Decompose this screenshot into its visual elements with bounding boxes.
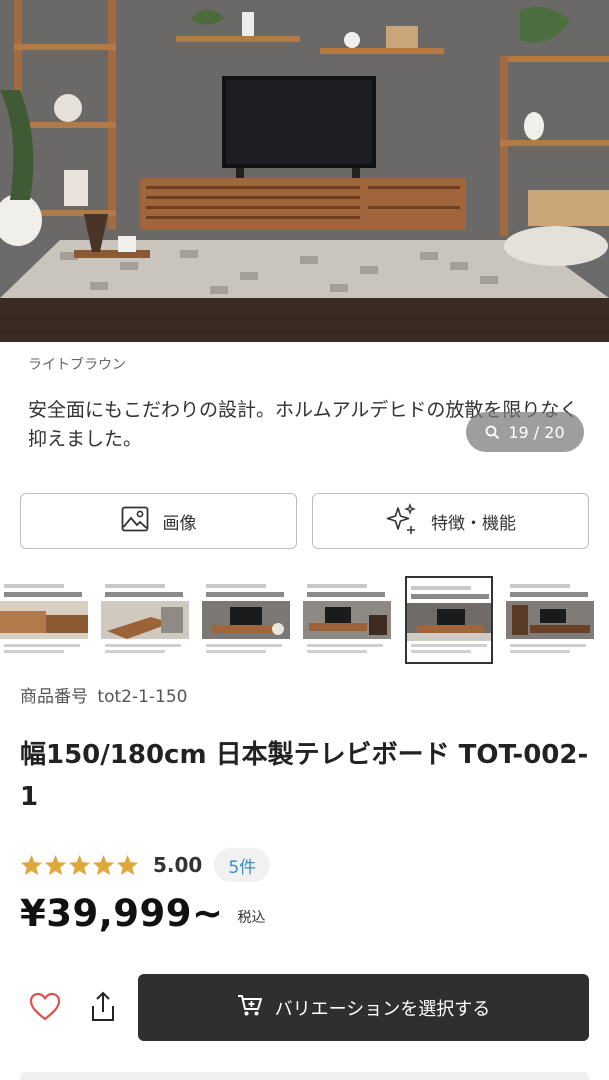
- thumbnail-text-line: [206, 644, 282, 647]
- thumbnail-text-line: [105, 650, 165, 653]
- thumbnail-text-line: [105, 644, 181, 647]
- thumbnail-active[interactable]: [405, 576, 493, 664]
- thumbnail-header-bar: [105, 584, 165, 588]
- thumbnail[interactable]: [506, 576, 594, 664]
- image-counter[interactable]: 19 / 20: [466, 412, 584, 452]
- thumbnail-title-bar: [105, 592, 183, 597]
- thumbnail-image: [0, 601, 88, 639]
- product-number-value: tot2-1-150: [97, 687, 188, 707]
- thumbnail-header-bar: [4, 584, 64, 588]
- review-count-link[interactable]: 5件: [214, 848, 271, 882]
- color-name: ライトブラウン: [28, 357, 126, 373]
- thumbnail-image: [202, 601, 290, 639]
- product-title: 幅150/180cm 日本製テレビボード TOT-002-1: [20, 740, 589, 812]
- star-icon: [44, 854, 67, 876]
- thumbnail-header-bar: [510, 584, 570, 588]
- thumbnail-header-bar: [206, 584, 266, 588]
- thumbnail-header-bar: [307, 584, 367, 588]
- features-button-label: 特徴・機能: [431, 513, 516, 534]
- thumbnail-image: [303, 601, 391, 639]
- image-icon: [121, 506, 149, 537]
- thumbnail-image: [407, 603, 491, 641]
- features-button[interactable]: 特徴・機能: [312, 493, 589, 549]
- thumbnail-header-bar: [411, 586, 471, 590]
- sparkle-icon: [385, 502, 417, 540]
- thumbnail-text-line: [307, 644, 383, 647]
- thumbnail-text-line: [4, 644, 80, 647]
- thumbnail-title-bar: [411, 594, 489, 599]
- product-number: 商品番号 tot2-1-150: [20, 682, 188, 707]
- share-button[interactable]: [88, 990, 118, 1024]
- price: ¥39,999~: [20, 892, 224, 935]
- star-icon: [68, 854, 91, 876]
- thumbnail-title-bar: [206, 592, 284, 597]
- heart-icon: [29, 992, 61, 1021]
- favorite-button[interactable]: [28, 990, 62, 1024]
- star-icon: [20, 854, 43, 876]
- thumbnail-image: [101, 601, 189, 639]
- thumbnail-image: [506, 601, 594, 639]
- share-icon: [92, 991, 114, 1021]
- product-photo[interactable]: [0, 0, 609, 342]
- select-variation-button[interactable]: バリエーションを選択する: [138, 974, 589, 1041]
- thumbnail[interactable]: [101, 576, 189, 664]
- thumbnail-title-bar: [510, 592, 588, 597]
- magnifier-icon: [485, 425, 500, 440]
- next-section-edge: [20, 1072, 589, 1080]
- price-row: ¥39,999~ 税込: [20, 892, 266, 935]
- star-icon: [116, 854, 139, 876]
- rating-score: 5.00: [153, 853, 203, 877]
- star-rating: [20, 854, 139, 876]
- thumbnail-text-line: [510, 644, 586, 647]
- cart-icon: [237, 993, 263, 1022]
- thumbnail[interactable]: [303, 576, 391, 664]
- thumbnail-text-line: [4, 650, 64, 653]
- image-counter-text: 19 / 20: [508, 422, 565, 442]
- thumbnail-title-bar: [4, 592, 82, 597]
- select-variation-label: バリエーションを選択する: [274, 998, 491, 1020]
- thumbnail[interactable]: [0, 576, 88, 664]
- images-button[interactable]: 画像: [20, 493, 297, 549]
- rating-row: 5.00 5件: [20, 848, 271, 882]
- thumbnail-text-line: [411, 644, 487, 647]
- thumbnail-text-line: [510, 650, 570, 653]
- thumbnail[interactable]: [202, 576, 290, 664]
- thumbnail-text-line: [411, 650, 471, 653]
- thumbnail-title-bar: [307, 592, 385, 597]
- images-button-label: 画像: [162, 513, 197, 534]
- thumbnail-text-line: [206, 650, 266, 653]
- thumbnail-strip[interactable]: [0, 576, 609, 664]
- thumbnail-text-line: [307, 650, 367, 653]
- tax-label: 税込: [237, 910, 266, 926]
- product-number-label: 商品番号: [20, 687, 88, 707]
- star-icon: [92, 854, 115, 876]
